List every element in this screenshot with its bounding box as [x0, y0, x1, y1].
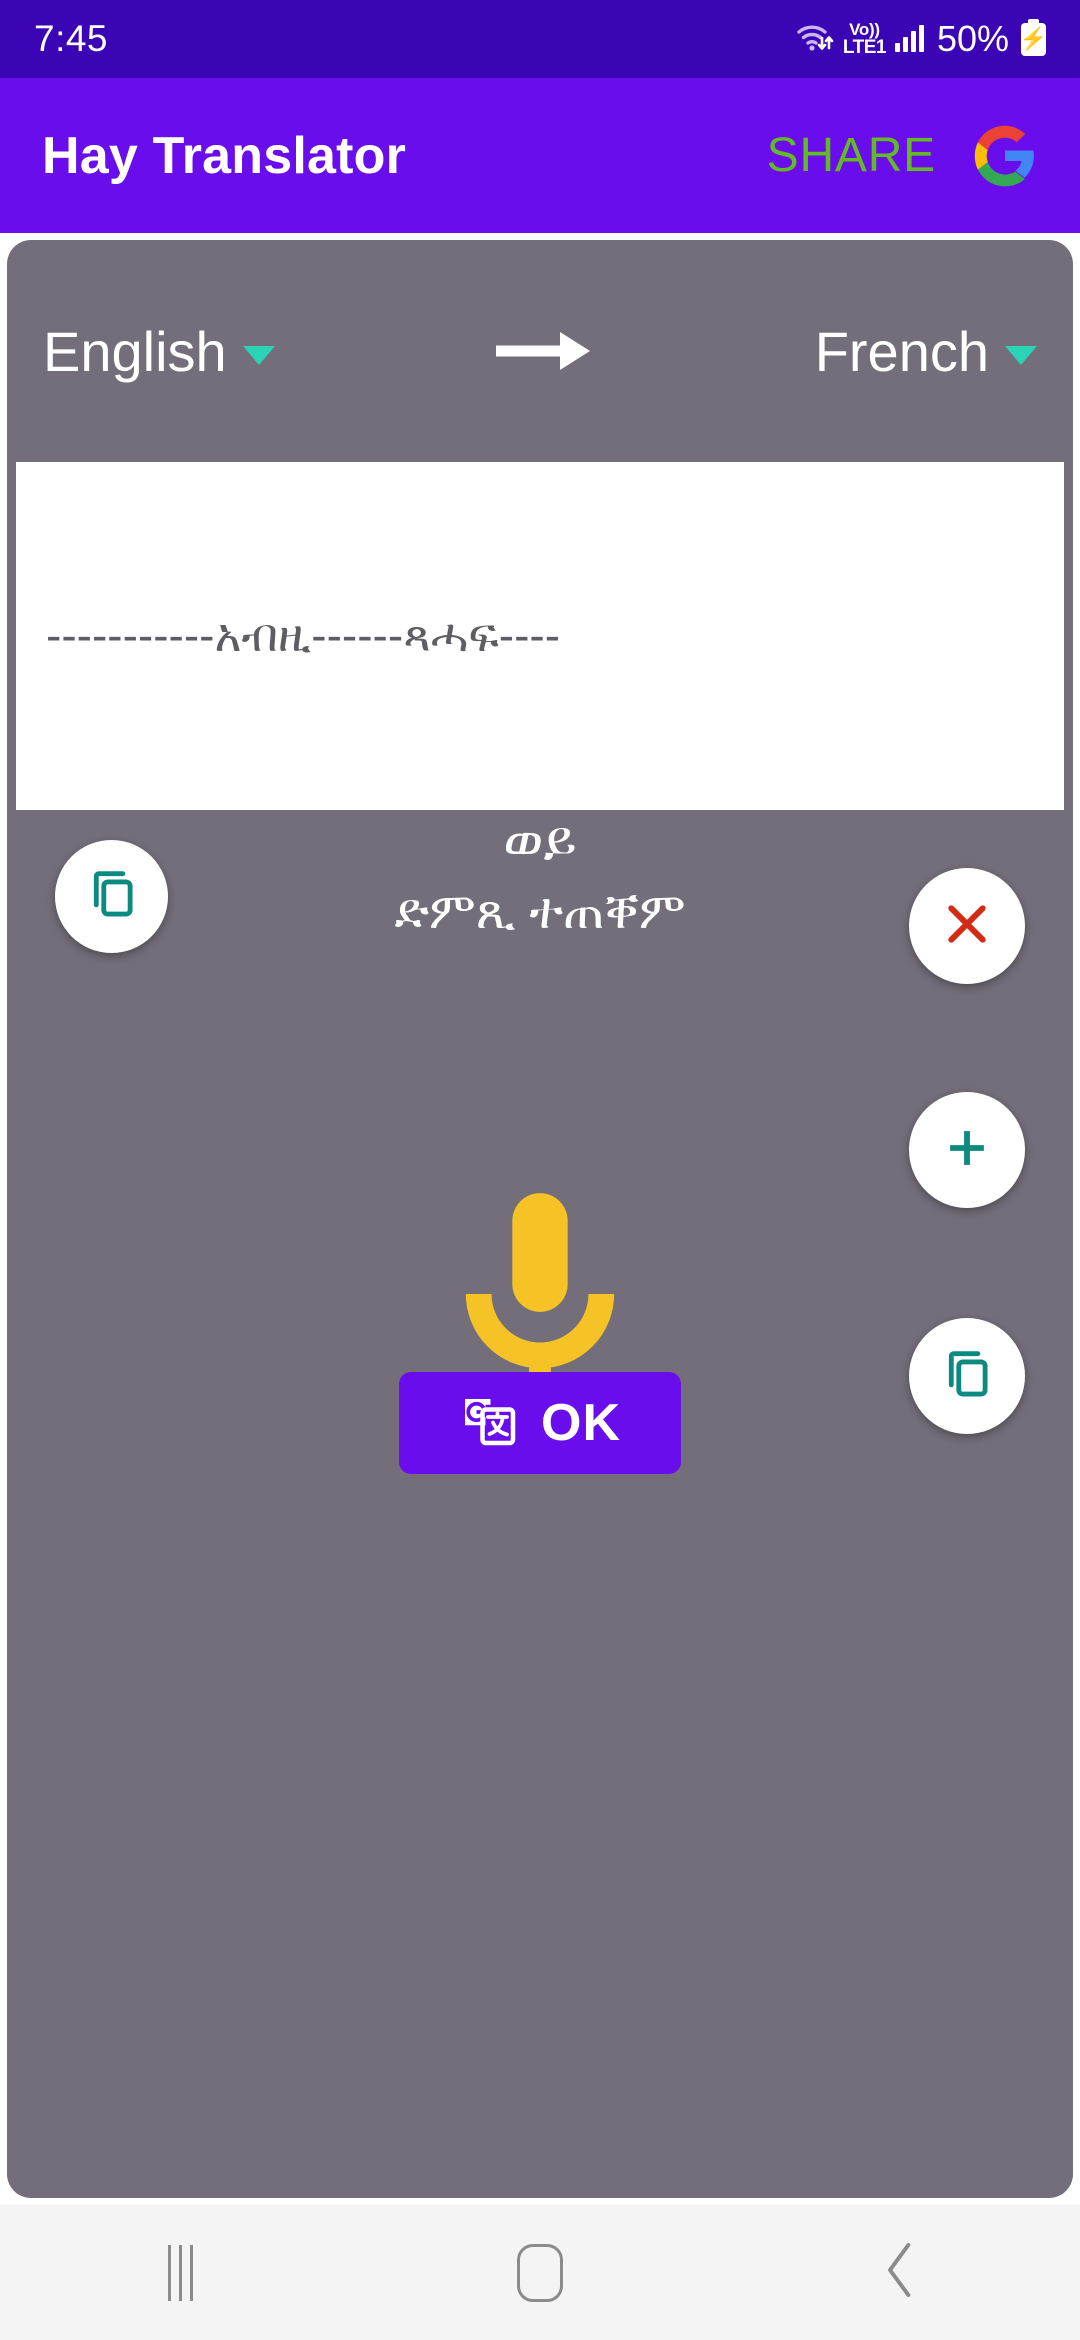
target-language-picker[interactable]: French [815, 319, 1037, 384]
phone-screen: 7:45 Vo)) LTE1 50% ⚡ Hay Translator SHAR… [0, 0, 1080, 2340]
plus-icon [940, 1121, 994, 1180]
share-button[interactable]: SHARE [767, 128, 936, 183]
target-language-label: French [814, 319, 989, 383]
google-translate-icon [459, 1391, 519, 1456]
add-button[interactable] [909, 1092, 1025, 1208]
ok-button-label: OK [541, 1394, 621, 1452]
source-language-label: English [43, 319, 227, 383]
recents-icon [167, 2244, 193, 2301]
system-nav-bar [0, 2205, 1080, 2340]
battery-charging-icon: ⚡ [1020, 18, 1047, 56]
recents-button[interactable] [90, 2223, 270, 2323]
google-g-logo[interactable] [972, 123, 1038, 189]
clear-button[interactable] [909, 868, 1025, 984]
close-x-icon [940, 897, 994, 956]
page-title: Hay Translator [42, 126, 407, 185]
volte-indicator: Vo)) LTE1 [842, 20, 887, 58]
app-bar: Hay Translator SHARE [0, 78, 1080, 233]
battery-percent: 50% [936, 18, 1009, 59]
source-language-picker[interactable]: English [43, 319, 275, 384]
copy-result-button[interactable] [909, 1318, 1025, 1434]
chevron-down-icon [1005, 345, 1037, 365]
translator-card: English French -----------አብዚ------ጻሓፍ--… [7, 240, 1073, 2198]
source-text-value: -----------አብዚ------ጻሓፍ---- [46, 609, 561, 661]
wifi-arrows-icon [796, 21, 834, 58]
status-icons: Vo)) LTE1 50% ⚡ [796, 18, 1047, 60]
source-text-input[interactable]: -----------አብዚ------ጻሓፍ---- [16, 462, 1064, 810]
prompt-or-label: ወይ [503, 811, 577, 871]
copy-icon [83, 865, 141, 928]
copy-icon [938, 1345, 996, 1408]
home-button[interactable] [450, 2223, 630, 2323]
arrow-right-icon [475, 324, 615, 378]
chevron-down-icon [242, 345, 275, 365]
ok-button[interactable]: OK [399, 1372, 681, 1474]
signal-bars-icon [894, 25, 924, 52]
status-time: 7:45 [34, 18, 109, 59]
back-chevron-icon [880, 2240, 920, 2305]
status-bar: 7:45 Vo)) LTE1 50% ⚡ [0, 0, 1080, 78]
copy-source-button[interactable] [55, 840, 168, 953]
language-selector-row: English French [7, 240, 1073, 462]
home-icon [517, 2243, 563, 2302]
back-button[interactable] [810, 2223, 990, 2323]
